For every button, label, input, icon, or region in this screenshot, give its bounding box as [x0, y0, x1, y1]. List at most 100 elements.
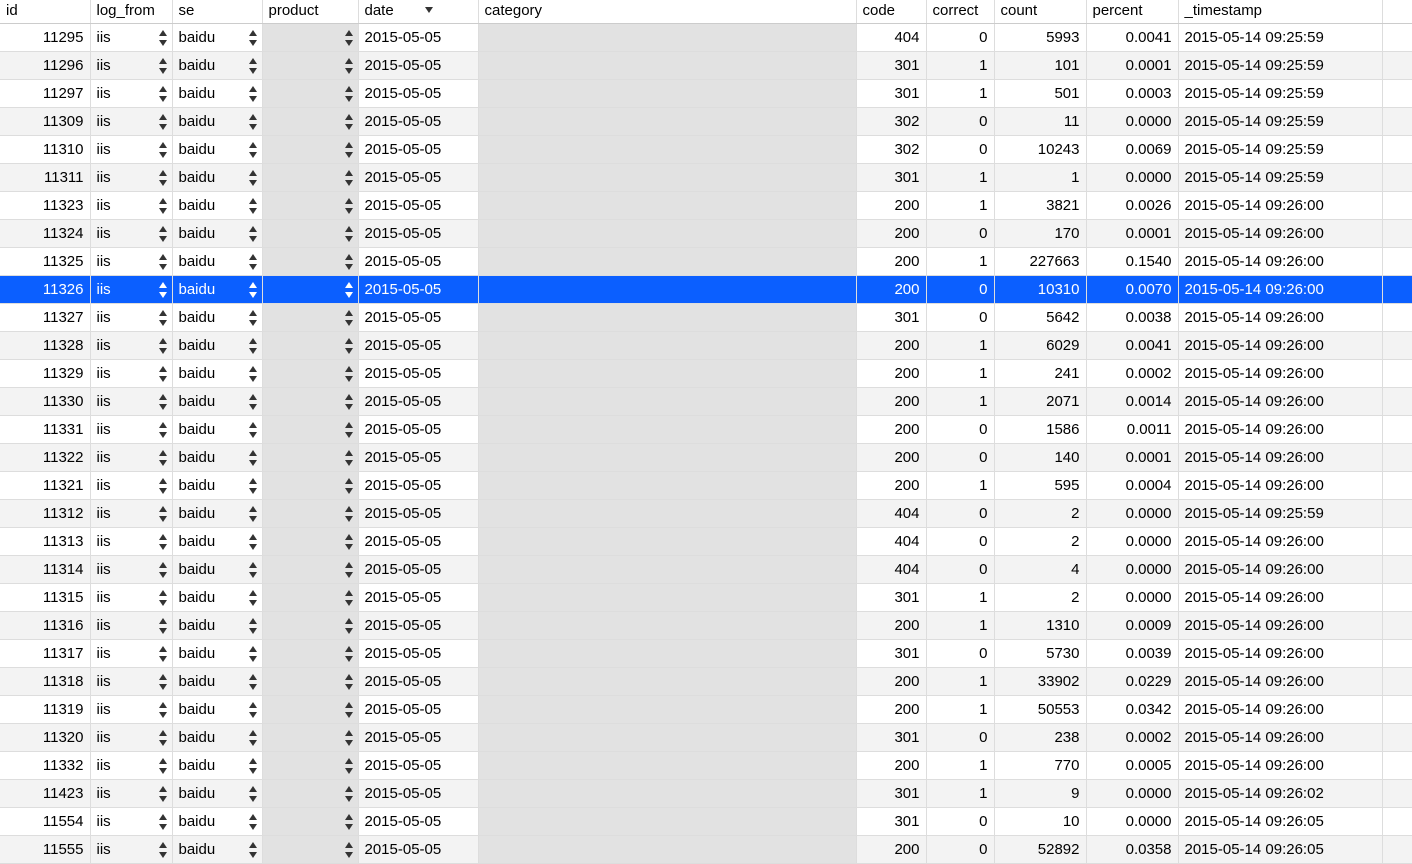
- cell-product[interactable]: [262, 332, 358, 360]
- table-row[interactable]: 11332iisbaidu2015-05-0520017700.00052015…: [0, 752, 1412, 780]
- cell-product[interactable]: [262, 416, 358, 444]
- cell-se[interactable]: baidu: [172, 24, 262, 52]
- cell-se[interactable]: baidu: [172, 696, 262, 724]
- stepper-icon[interactable]: [158, 282, 168, 298]
- stepper-icon[interactable]: [158, 506, 168, 522]
- stepper-icon[interactable]: [158, 310, 168, 326]
- stepper-icon[interactable]: [248, 730, 258, 746]
- cell-se[interactable]: baidu: [172, 668, 262, 696]
- column-header-count[interactable]: count: [994, 0, 1086, 24]
- stepper-icon[interactable]: [158, 254, 168, 270]
- cell-log_from[interactable]: iis: [90, 276, 172, 304]
- cell-product[interactable]: [262, 220, 358, 248]
- cell-product[interactable]: [262, 276, 358, 304]
- table-row[interactable]: 11329iisbaidu2015-05-0520012410.00022015…: [0, 360, 1412, 388]
- stepper-icon[interactable]: [248, 282, 258, 298]
- stepper-icon[interactable]: [344, 142, 354, 158]
- cell-log_from[interactable]: iis: [90, 500, 172, 528]
- cell-log_from[interactable]: iis: [90, 248, 172, 276]
- stepper-icon[interactable]: [248, 114, 258, 130]
- stepper-icon[interactable]: [248, 618, 258, 634]
- stepper-icon[interactable]: [158, 758, 168, 774]
- stepper-icon[interactable]: [248, 646, 258, 662]
- cell-se[interactable]: baidu: [172, 416, 262, 444]
- cell-se[interactable]: baidu: [172, 388, 262, 416]
- stepper-icon[interactable]: [158, 198, 168, 214]
- stepper-icon[interactable]: [158, 674, 168, 690]
- cell-product[interactable]: [262, 80, 358, 108]
- stepper-icon[interactable]: [344, 86, 354, 102]
- cell-se[interactable]: baidu: [172, 80, 262, 108]
- stepper-icon[interactable]: [248, 366, 258, 382]
- stepper-icon[interactable]: [248, 30, 258, 46]
- column-header-log_from[interactable]: log_from: [90, 0, 172, 24]
- stepper-icon[interactable]: [344, 842, 354, 858]
- stepper-icon[interactable]: [344, 338, 354, 354]
- cell-se[interactable]: baidu: [172, 304, 262, 332]
- stepper-icon[interactable]: [344, 198, 354, 214]
- column-header-percent[interactable]: percent: [1086, 0, 1178, 24]
- stepper-icon[interactable]: [344, 562, 354, 578]
- stepper-icon[interactable]: [344, 366, 354, 382]
- cell-se[interactable]: baidu: [172, 472, 262, 500]
- cell-se[interactable]: baidu: [172, 640, 262, 668]
- stepper-icon[interactable]: [248, 58, 258, 74]
- stepper-icon[interactable]: [344, 30, 354, 46]
- cell-product[interactable]: [262, 136, 358, 164]
- column-header-product[interactable]: product: [262, 0, 358, 24]
- cell-product[interactable]: [262, 248, 358, 276]
- stepper-icon[interactable]: [248, 814, 258, 830]
- stepper-icon[interactable]: [158, 450, 168, 466]
- cell-log_from[interactable]: iis: [90, 752, 172, 780]
- stepper-icon[interactable]: [158, 86, 168, 102]
- stepper-icon[interactable]: [158, 142, 168, 158]
- column-header-date[interactable]: date: [358, 0, 478, 24]
- stepper-icon[interactable]: [344, 730, 354, 746]
- stepper-icon[interactable]: [158, 646, 168, 662]
- table-row[interactable]: 11317iisbaidu2015-05-05301057300.0039201…: [0, 640, 1412, 668]
- stepper-icon[interactable]: [158, 814, 168, 830]
- cell-product[interactable]: [262, 500, 358, 528]
- table-row[interactable]: 11315iisbaidu2015-05-05301120.00002015-0…: [0, 584, 1412, 612]
- column-header-code[interactable]: code: [856, 0, 926, 24]
- stepper-icon[interactable]: [158, 226, 168, 242]
- stepper-icon[interactable]: [248, 534, 258, 550]
- stepper-icon[interactable]: [344, 226, 354, 242]
- stepper-icon[interactable]: [248, 254, 258, 270]
- table-row[interactable]: 11313iisbaidu2015-05-05404020.00002015-0…: [0, 528, 1412, 556]
- stepper-icon[interactable]: [344, 590, 354, 606]
- stepper-icon[interactable]: [158, 366, 168, 382]
- cell-product[interactable]: [262, 164, 358, 192]
- table-row[interactable]: 11330iisbaidu2015-05-05200120710.0014201…: [0, 388, 1412, 416]
- table-row[interactable]: 11324iisbaidu2015-05-0520001700.00012015…: [0, 220, 1412, 248]
- cell-log_from[interactable]: iis: [90, 808, 172, 836]
- stepper-icon[interactable]: [344, 58, 354, 74]
- stepper-icon[interactable]: [158, 786, 168, 802]
- cell-log_from[interactable]: iis: [90, 136, 172, 164]
- cell-log_from[interactable]: iis: [90, 164, 172, 192]
- cell-product[interactable]: [262, 472, 358, 500]
- stepper-icon[interactable]: [344, 282, 354, 298]
- table-row[interactable]: 11309iisbaidu2015-05-053020110.00002015-…: [0, 108, 1412, 136]
- stepper-icon[interactable]: [158, 338, 168, 354]
- stepper-icon[interactable]: [158, 534, 168, 550]
- cell-se[interactable]: baidu: [172, 332, 262, 360]
- stepper-icon[interactable]: [248, 142, 258, 158]
- table-row[interactable]: 11323iisbaidu2015-05-05200138210.0026201…: [0, 192, 1412, 220]
- cell-se[interactable]: baidu: [172, 276, 262, 304]
- stepper-icon[interactable]: [158, 618, 168, 634]
- stepper-icon[interactable]: [158, 730, 168, 746]
- cell-product[interactable]: [262, 192, 358, 220]
- cell-log_from[interactable]: iis: [90, 780, 172, 808]
- table-row[interactable]: 11311iisbaidu2015-05-05301110.00002015-0…: [0, 164, 1412, 192]
- cell-product[interactable]: [262, 556, 358, 584]
- column-header-category[interactable]: category: [478, 0, 856, 24]
- table-row[interactable]: 11320iisbaidu2015-05-0530102380.00022015…: [0, 724, 1412, 752]
- stepper-icon[interactable]: [158, 478, 168, 494]
- stepper-icon[interactable]: [344, 646, 354, 662]
- cell-log_from[interactable]: iis: [90, 304, 172, 332]
- table-row[interactable]: 11423iisbaidu2015-05-05301190.00002015-0…: [0, 780, 1412, 808]
- stepper-icon[interactable]: [344, 478, 354, 494]
- cell-product[interactable]: [262, 388, 358, 416]
- table-row[interactable]: 11295iisbaidu2015-05-05404059930.0041201…: [0, 24, 1412, 52]
